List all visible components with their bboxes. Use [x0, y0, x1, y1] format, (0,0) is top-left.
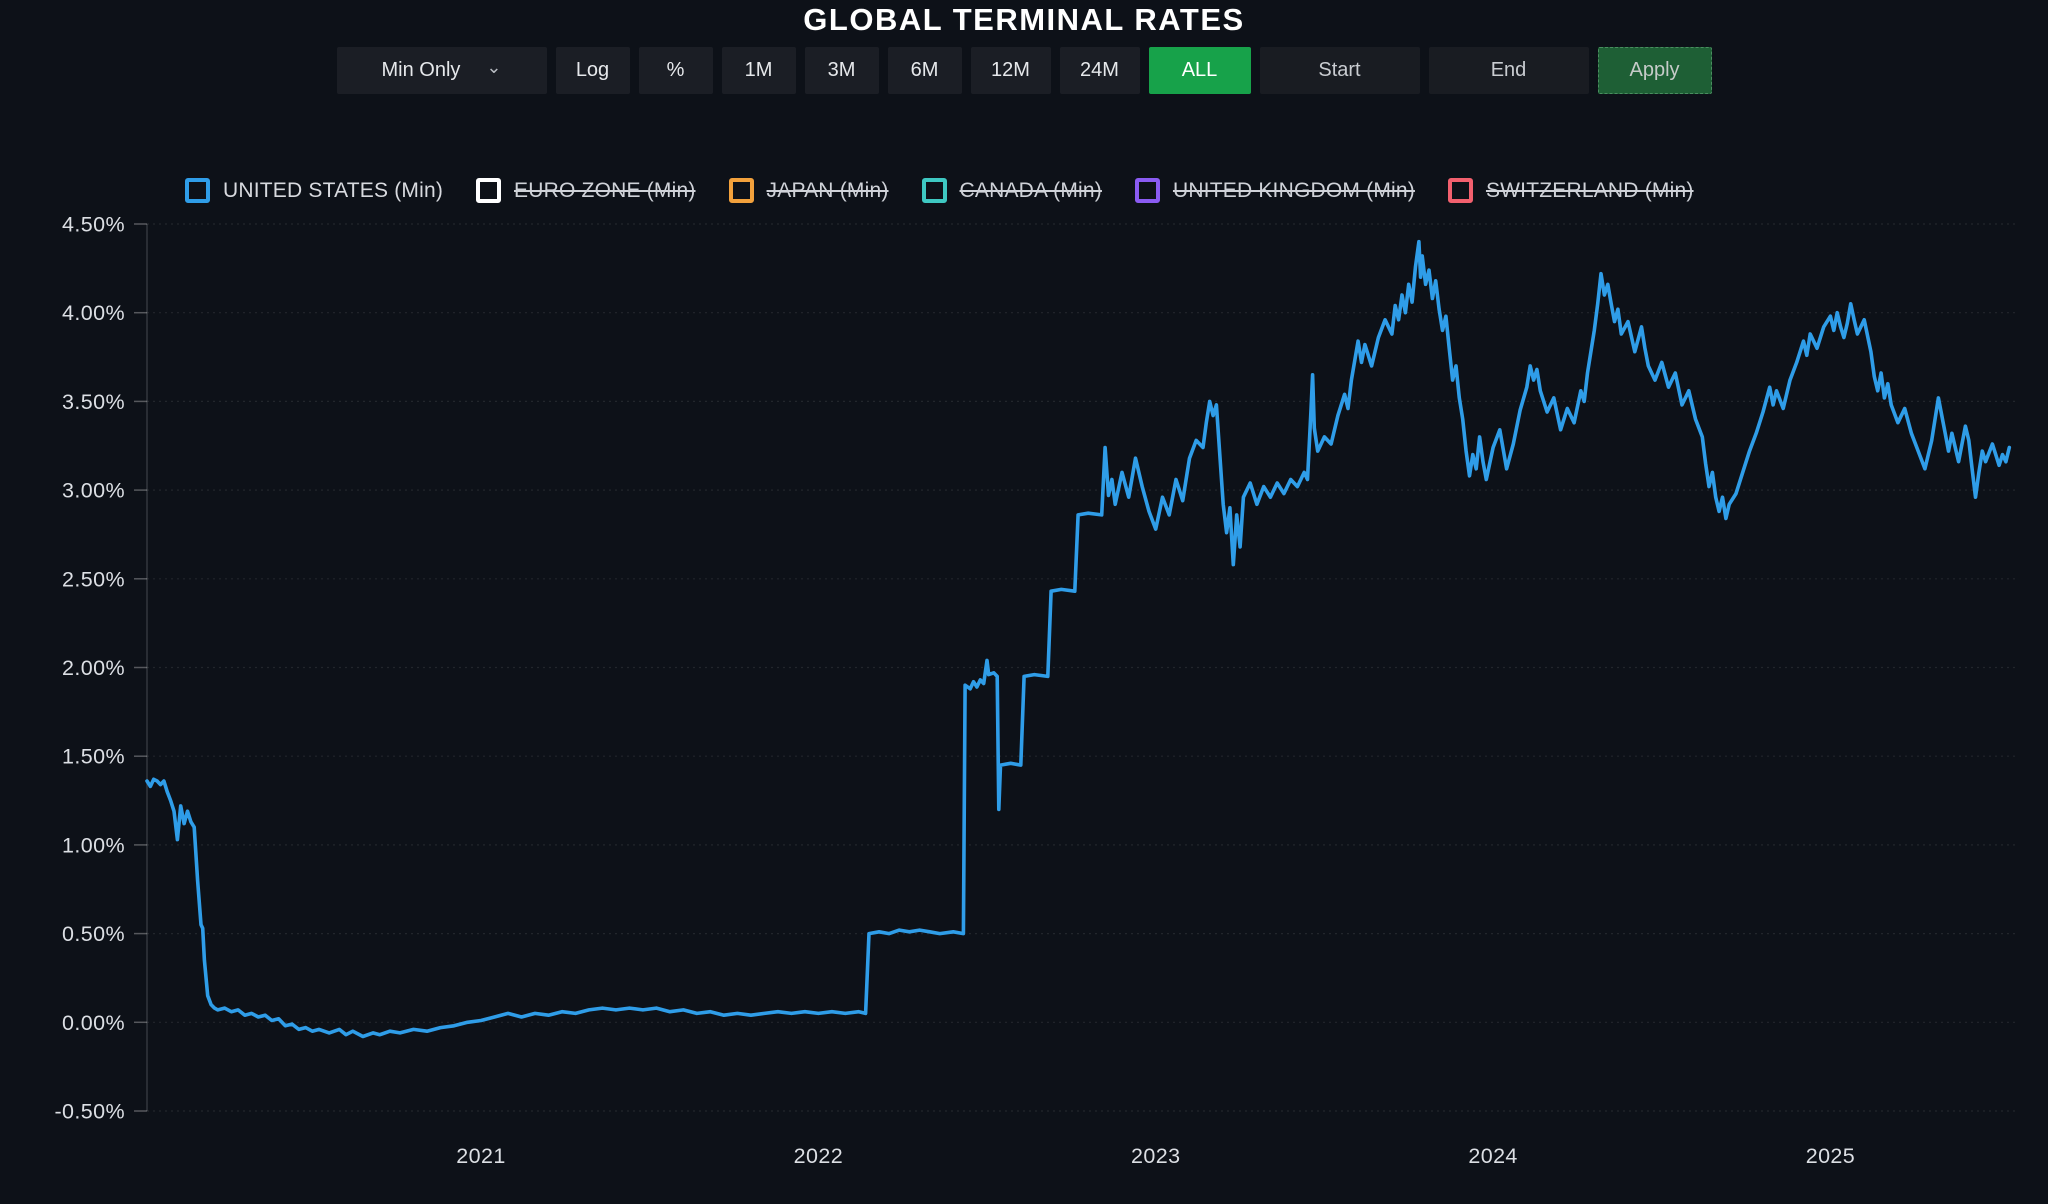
legend-label: JAPAN (Min) — [767, 179, 889, 203]
legend-item[interactable]: SWITZERLAND (Min) — [1448, 178, 1694, 203]
x-axis-label: 2023 — [1131, 1144, 1180, 1168]
price-line — [147, 242, 2009, 1037]
x-axis-label: 2021 — [456, 1144, 505, 1168]
legend-item[interactable]: UNITED KINGDOM (Min) — [1135, 178, 1415, 203]
y-axis-label: 1.00% — [62, 833, 125, 857]
legend-swatch-icon — [729, 178, 754, 203]
legend-label: EURO ZONE (Min) — [514, 179, 696, 203]
legend-swatch-icon — [185, 178, 210, 203]
legend-item[interactable]: CANADA (Min) — [922, 178, 1102, 203]
legend-item[interactable]: UNITED STATES (Min) — [185, 178, 443, 203]
legend-swatch-icon — [1448, 178, 1473, 203]
x-axis-label: 2024 — [1468, 1144, 1517, 1168]
y-axis-label: 4.00% — [62, 301, 125, 325]
legend-label: SWITZERLAND (Min) — [1486, 179, 1694, 203]
y-axis-label: 4.50% — [62, 213, 125, 237]
y-axis-label: 1.50% — [62, 745, 125, 769]
legend-label: UNITED KINGDOM (Min) — [1173, 179, 1415, 203]
y-axis-label: 3.50% — [62, 390, 125, 414]
legend-item[interactable]: JAPAN (Min) — [729, 178, 889, 203]
legend-item[interactable]: EURO ZONE (Min) — [476, 178, 696, 203]
app-window: GLOBAL TERMINAL RATES Min Only ⌄ Log%1M3… — [0, 0, 2048, 1204]
y-axis-label: 2.00% — [62, 656, 125, 680]
y-axis-label: 2.50% — [62, 567, 125, 591]
legend: UNITED STATES (Min) EURO ZONE (Min) JAPAN … — [185, 178, 1694, 203]
legend-label: CANADA (Min) — [960, 179, 1102, 203]
x-axis-label: 2025 — [1806, 1144, 1855, 1168]
y-axis-label: 0.00% — [62, 1011, 125, 1035]
y-axis-label: -0.50% — [54, 1100, 125, 1124]
legend-swatch-icon — [922, 178, 947, 203]
y-axis-label: 0.50% — [62, 922, 125, 946]
x-axis-label: 2022 — [794, 1144, 843, 1168]
y-axis-label: 3.00% — [62, 479, 125, 503]
legend-swatch-icon — [476, 178, 501, 203]
legend-label: UNITED STATES (Min) — [223, 179, 443, 203]
legend-swatch-icon — [1135, 178, 1160, 203]
